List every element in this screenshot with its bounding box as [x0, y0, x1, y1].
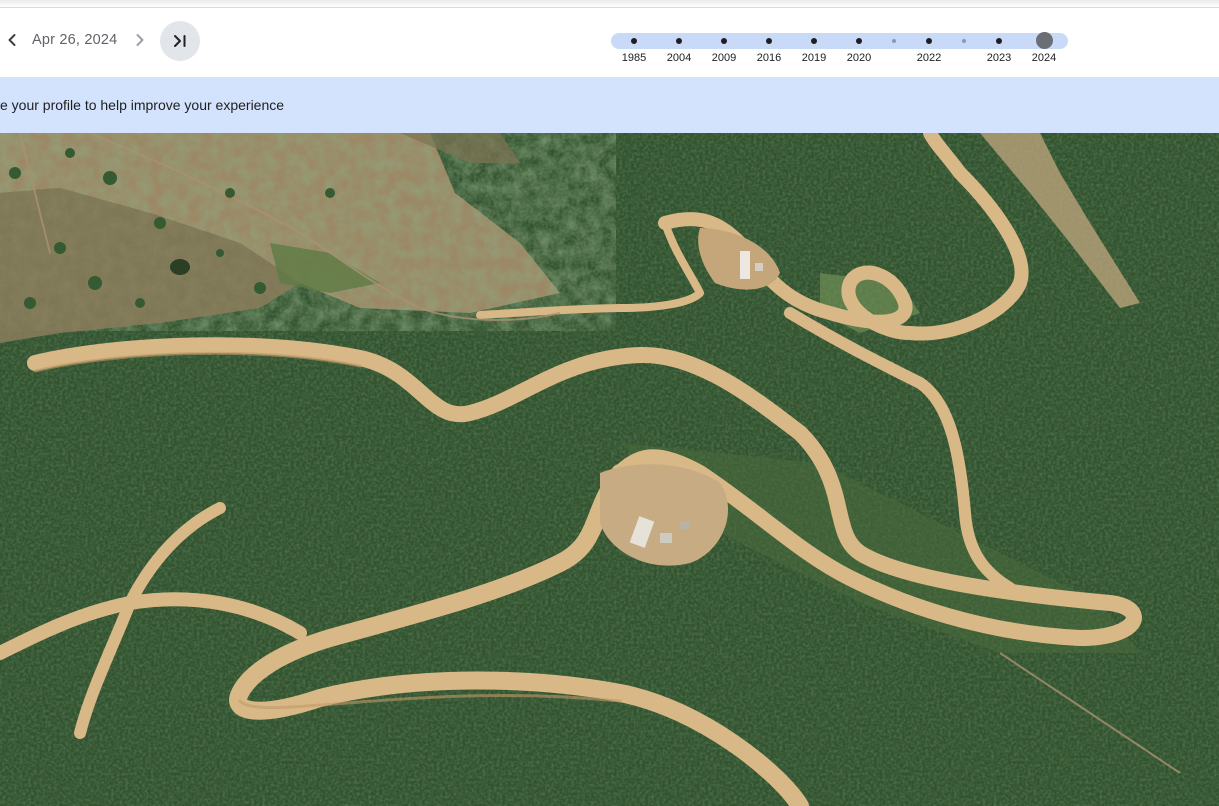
timeline-dot[interactable] — [926, 38, 932, 44]
timeline-dot[interactable] — [962, 39, 966, 43]
timeline-dot[interactable] — [631, 38, 637, 44]
info-banner: e your profile to help improve your expe… — [0, 77, 1219, 133]
timeline-year-label[interactable]: 2009 — [712, 52, 736, 64]
jump-to-latest-button[interactable] — [160, 21, 200, 61]
timeline-year-label[interactable]: 2016 — [757, 52, 781, 64]
timeline-year-label[interactable]: 2024 — [1032, 52, 1056, 64]
skip-to-latest-icon — [174, 35, 186, 47]
timeline-dot[interactable] — [721, 38, 727, 44]
timeline-dot[interactable] — [811, 38, 817, 44]
satellite-map[interactable] — [0, 133, 1219, 806]
chevron-right-icon — [136, 34, 144, 46]
satellite-imagery — [0, 133, 1219, 806]
chevron-left-icon — [8, 34, 16, 46]
timeline-year-label[interactable]: 2019 — [802, 52, 826, 64]
timeline-dot[interactable] — [766, 38, 772, 44]
timeline-year-label[interactable]: 2023 — [987, 52, 1011, 64]
timeline-dot[interactable] — [676, 38, 682, 44]
imagery-timeline[interactable] — [611, 32, 1068, 49]
top-toolbar: Apr 26, 2024 1985 2004 2009 2016 2019 2020 202… — [0, 0, 1219, 77]
timeline-year-label[interactable]: 2020 — [847, 52, 871, 64]
timeline-selected-thumb[interactable] — [1035, 32, 1053, 49]
timeline-dot[interactable] — [892, 39, 896, 43]
current-date: Apr 26, 2024 — [32, 32, 118, 48]
timeline-year-label[interactable]: 2022 — [917, 52, 941, 64]
timeline-year-label[interactable]: 1985 — [622, 52, 646, 64]
timeline-year-label[interactable]: 2004 — [667, 52, 691, 64]
next-date-button[interactable] — [128, 28, 152, 52]
banner-message: e your profile to help improve your expe… — [0, 97, 285, 113]
timeline-dot[interactable] — [856, 38, 862, 44]
timeline-dot[interactable] — [996, 38, 1002, 44]
previous-date-button[interactable] — [0, 28, 24, 52]
